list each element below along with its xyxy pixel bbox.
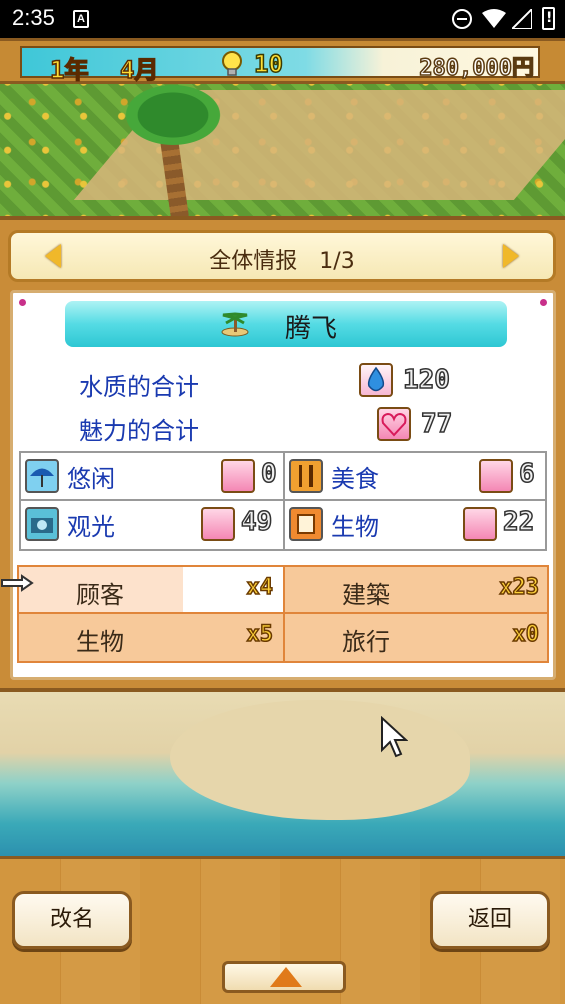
do-not-disturb-icon bbox=[452, 9, 472, 29]
count-badge-buildings: x23 bbox=[499, 574, 540, 601]
stat-label-creature: 生物 bbox=[331, 513, 379, 541]
stat-cell-sightseeing: 观光 49 bbox=[21, 501, 285, 549]
status-time: 2:35 bbox=[12, 5, 55, 30]
battery-icon bbox=[542, 7, 555, 30]
count-cell-creatures[interactable]: 生物 x5 bbox=[19, 614, 285, 661]
notification-a-icon: A bbox=[73, 10, 89, 28]
stat-value-creature: 22 bbox=[502, 506, 535, 538]
umbrella-icon bbox=[25, 459, 59, 493]
hud-bar: 1年 4月 10 280,000円 bbox=[20, 46, 540, 85]
water-drop-icon bbox=[359, 363, 393, 397]
heart-icon bbox=[479, 459, 513, 493]
stat-cell-leisure: 悠闲 0 bbox=[21, 453, 285, 501]
count-cell-customers[interactable]: 顾客 x4 bbox=[19, 567, 285, 614]
hud-month: 4月 bbox=[119, 55, 159, 85]
top-hud: 1年 4月 10 280,000円 bbox=[0, 38, 565, 85]
heart-icon bbox=[221, 459, 255, 493]
water-quality-total-value: 120 bbox=[402, 364, 450, 396]
mouse-cursor-icon bbox=[381, 716, 408, 758]
stat-label-leisure: 悠闲 bbox=[67, 465, 115, 493]
stat-value-food: 6 bbox=[518, 458, 535, 490]
palm-tree-leaves bbox=[118, 80, 228, 150]
back-button[interactable]: 返回 bbox=[430, 891, 550, 949]
charm-total-value: 77 bbox=[420, 408, 453, 440]
stat-label-sightseeing: 观光 bbox=[67, 513, 115, 541]
panel-title: 全体情报 1/3 bbox=[209, 249, 355, 274]
island-icon bbox=[221, 312, 249, 337]
bottom-bar: 改名 返回 bbox=[0, 856, 565, 1004]
count-badge-creatures: x5 bbox=[246, 621, 274, 648]
count-label-travel: 旅行 bbox=[342, 628, 390, 656]
panel-body: 腾飞 水质的合计 120 魅力的合计 77 悠闲 0 美食 6 观光 49 生物… bbox=[10, 290, 556, 680]
count-badge-travel: x0 bbox=[512, 621, 540, 648]
expand-up-button[interactable] bbox=[222, 961, 346, 993]
status-bar: 2:35 A bbox=[0, 0, 565, 38]
heart-icon bbox=[201, 507, 235, 541]
fork-knife-icon bbox=[289, 459, 323, 493]
stat-cell-creature: 生物 22 bbox=[285, 501, 547, 549]
signal-icon bbox=[512, 9, 532, 29]
hud-year: 1年 bbox=[49, 55, 89, 85]
wifi-icon bbox=[482, 9, 506, 28]
charm-total-label: 魅力的合计 bbox=[79, 417, 199, 445]
heart-icon bbox=[463, 507, 497, 541]
count-badge-customers: x4 bbox=[246, 574, 274, 601]
camera-icon bbox=[25, 507, 59, 541]
panel-header: 全体情报 1/3 bbox=[8, 230, 556, 282]
count-label-customers: 顾客 bbox=[76, 581, 124, 609]
rename-button[interactable]: 改名 bbox=[12, 891, 132, 949]
stat-cell-food: 美食 6 bbox=[285, 453, 547, 501]
water-quality-total-label: 水质的合计 bbox=[79, 373, 199, 401]
next-page-arrow-icon[interactable] bbox=[503, 244, 519, 268]
island-name-banner: 腾飞 bbox=[65, 301, 507, 347]
counts-table: 顾客 x4 建築 x23 生物 x5 旅行 x0 bbox=[17, 565, 549, 663]
corner-dot bbox=[19, 299, 26, 306]
lightbulb-icon bbox=[222, 51, 242, 76]
count-cell-travel[interactable]: 旅行 x0 bbox=[285, 614, 549, 661]
creature-icon bbox=[289, 507, 323, 541]
count-label-buildings: 建築 bbox=[342, 581, 390, 609]
count-label-creatures: 生物 bbox=[76, 628, 124, 656]
heart-icon bbox=[377, 407, 411, 441]
count-cell-buildings[interactable]: 建築 x23 bbox=[285, 567, 549, 614]
attribute-grid: 悠闲 0 美食 6 观光 49 生物 22 bbox=[19, 451, 547, 551]
pointing-hand-icon bbox=[1, 574, 34, 592]
stat-value-sightseeing: 49 bbox=[240, 506, 273, 538]
hud-money: 280,000円 bbox=[419, 55, 535, 82]
info-panel: 全体情报 1/3 腾飞 水质的合计 120 魅力的合计 77 悠闲 0 美食 6… bbox=[0, 216, 565, 692]
up-arrow-icon bbox=[270, 967, 302, 987]
stat-label-food: 美食 bbox=[331, 465, 379, 493]
hud-points: 10 bbox=[253, 49, 283, 79]
island-name: 腾飞 bbox=[285, 314, 338, 344]
corner-dot bbox=[540, 299, 547, 306]
stat-value-leisure: 0 bbox=[260, 458, 277, 490]
